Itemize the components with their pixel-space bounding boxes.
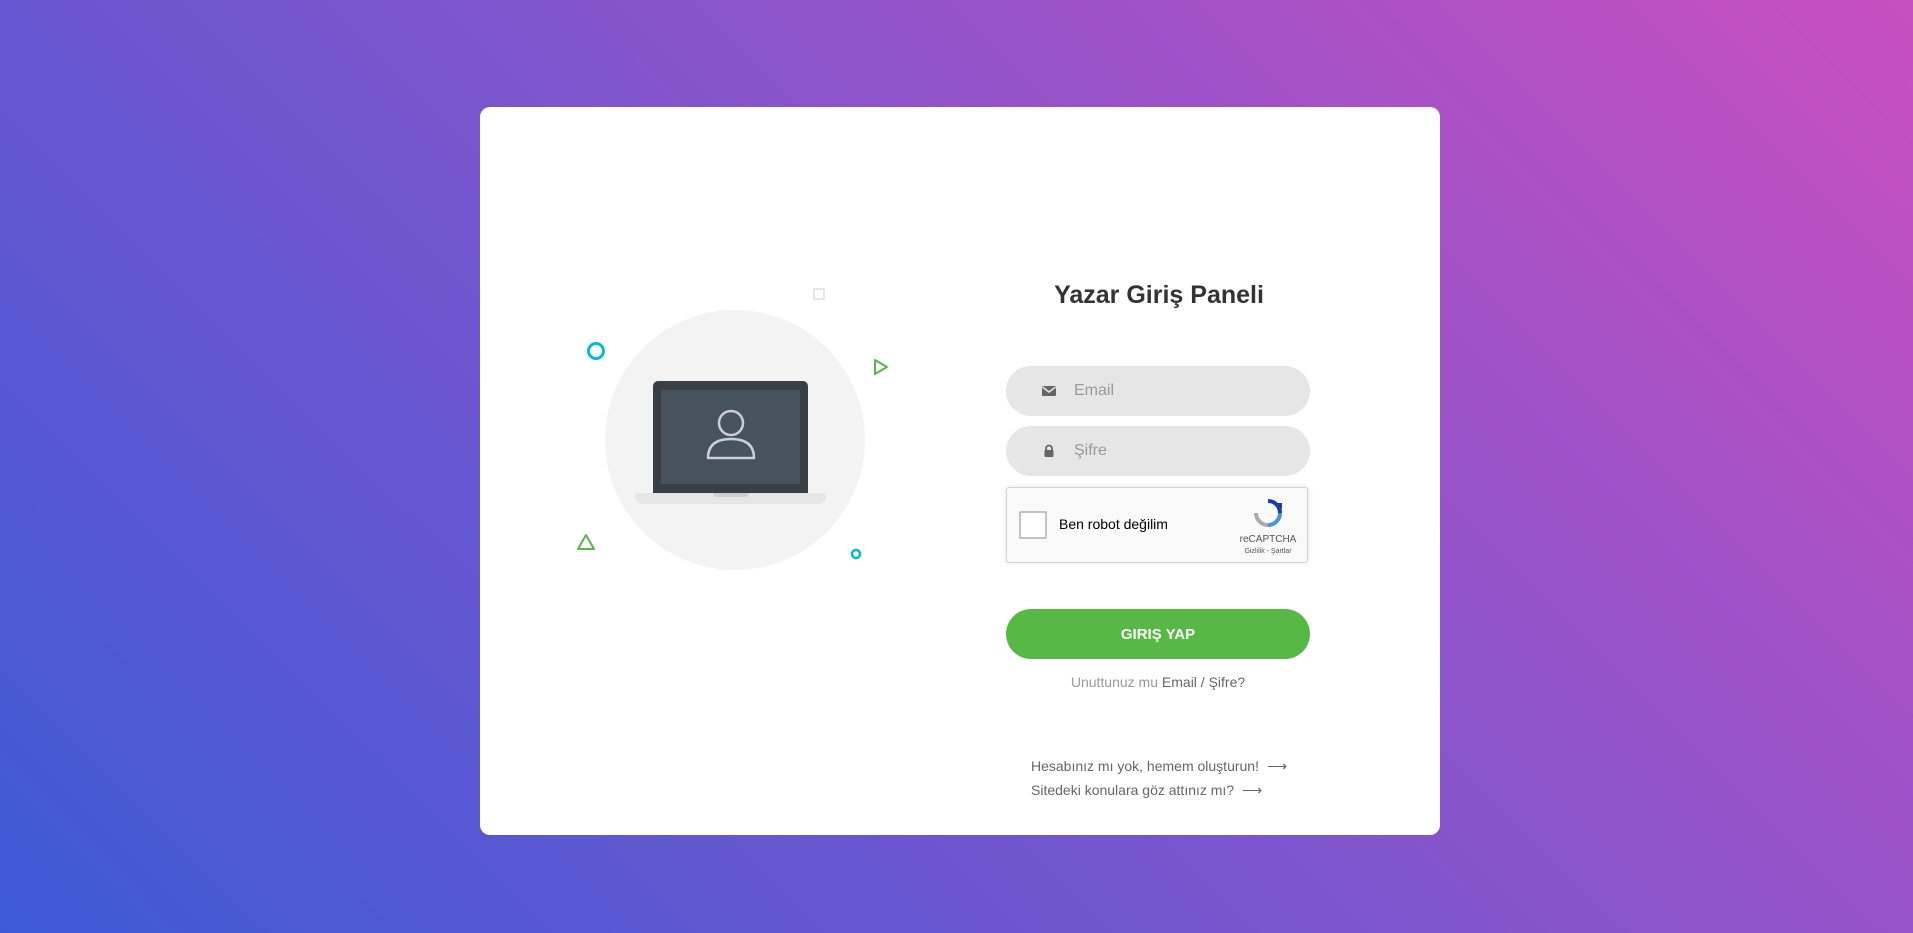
arrow-right-icon: ⟶ xyxy=(1242,782,1263,798)
topics-link[interactable]: Sitedeki konulara göz attınız mı? ⟶ xyxy=(1031,782,1262,799)
triangle-deco-icon xyxy=(577,534,595,550)
recaptcha-label: Ben robot değilim xyxy=(1059,516,1168,532)
topics-link-label: Sitedeki konulara göz attınız mı? xyxy=(1031,782,1235,798)
forgot-prefix: Unuttunuz mu xyxy=(1070,674,1159,690)
page-title: Yazar Giriş Paneli xyxy=(1054,281,1264,309)
recaptcha-terms-link[interactable]: Gizlilik - Şartlar xyxy=(1233,548,1303,555)
password-input[interactable] xyxy=(1074,426,1294,476)
ring-deco-icon xyxy=(587,342,605,360)
forgot-link[interactable]: Email / Şifre? xyxy=(1162,674,1245,690)
laptop-icon xyxy=(653,381,808,493)
laptop-display xyxy=(661,390,800,484)
email-input[interactable] xyxy=(1074,366,1294,416)
email-field[interactable] xyxy=(1006,366,1310,416)
lock-icon xyxy=(1044,444,1054,457)
recaptcha-checkbox[interactable] xyxy=(1019,511,1047,539)
login-illustration xyxy=(480,107,960,835)
arrow-right-icon: ⟶ xyxy=(1267,758,1288,774)
play-triangle-deco-icon xyxy=(874,359,888,375)
envelope-icon xyxy=(1042,386,1056,396)
login-button[interactable]: GIRIŞ YAP xyxy=(1006,609,1310,659)
login-card: Yazar Giriş Paneli Ben robot değilim reC… xyxy=(480,107,1440,835)
laptop-notch xyxy=(713,493,749,497)
small-ring-deco-icon xyxy=(850,548,862,560)
recaptcha-logo-icon xyxy=(1254,499,1282,527)
signup-link-label: Hesabınız mı yok, hemem oluşturun! xyxy=(1031,758,1259,774)
recaptcha-widget: Ben robot değilim reCAPTCHA Gizlilik - Ş… xyxy=(1006,487,1308,563)
password-field[interactable] xyxy=(1006,426,1310,476)
square-deco-icon xyxy=(813,288,825,300)
user-icon xyxy=(706,409,756,460)
recaptcha-brand: reCAPTCHA xyxy=(1239,534,1297,545)
forgot-text: Unuttunuz mu Email / Şifre? xyxy=(1006,674,1310,690)
signup-link[interactable]: Hesabınız mı yok, hemem oluşturun! ⟶ xyxy=(1031,758,1287,775)
